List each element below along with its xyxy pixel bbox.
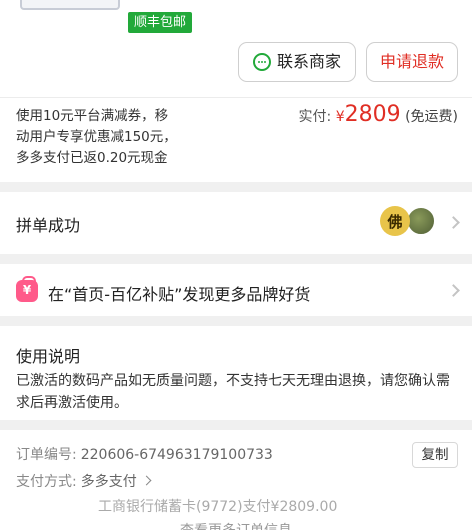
- order-number-label: 订单编号:: [16, 447, 77, 463]
- paid-label: 实付:: [298, 109, 332, 125]
- bank-card-detail: 工商银行储蓄卡(9772)支付¥2809.00: [98, 499, 338, 515]
- more-order-info-link[interactable]: 查看更多订单信息: [0, 520, 472, 530]
- product-thumbnail[interactable]: [20, 0, 120, 10]
- usage-notes-card: 使用说明 已激活的数码产品如无质量问题，不支持七天无理由退换，请您确认需求后再激…: [0, 326, 472, 420]
- payment-method-value: 多多支付: [80, 474, 137, 490]
- chevron-right-icon: [141, 475, 152, 486]
- group-success-title: 拼单成功: [16, 216, 81, 235]
- request-refund-button[interactable]: 申请退款: [366, 42, 458, 82]
- chevron-right-icon: [447, 216, 460, 229]
- divider: [0, 97, 472, 98]
- promo-line: 多多支付已返0.20元现金: [16, 150, 168, 166]
- chevron-right-icon: [447, 284, 460, 297]
- group-success-row[interactable]: 拼单成功 佛: [0, 192, 472, 254]
- amount-value: 2809: [344, 102, 401, 127]
- order-number-line: 订单编号: 220606-674963179100733: [16, 444, 273, 464]
- copy-button[interactable]: 复制: [412, 442, 458, 468]
- avatar: 佛: [380, 206, 410, 236]
- chat-icon: [252, 53, 271, 71]
- contact-seller-button[interactable]: 联系商家: [238, 42, 356, 82]
- paid-amount: 实付: ¥2809 (免运费): [299, 102, 458, 127]
- promo-description: 使用10元平台满减券，移 动用户专享优惠减150元， 多多支付已返0.20元现金: [16, 106, 216, 169]
- contact-seller-label: 联系商家: [276, 52, 341, 71]
- request-refund-label: 申请退款: [379, 52, 444, 71]
- promo-line: 动用户专享优惠减150元，: [16, 129, 177, 145]
- shipping-note: (免运费): [405, 109, 458, 125]
- currency-symbol: ¥: [335, 109, 345, 125]
- avatar: [406, 206, 436, 236]
- payment-method-label: 支付方式:: [16, 474, 77, 490]
- subsidy-promo-row[interactable]: 在“首页-百亿补贴”发现更多品牌好货: [0, 264, 472, 316]
- order-summary-card: 顺丰包邮 联系商家 申请退款 使用10元平台满减券，移 动用户专享优惠减150元…: [0, 0, 472, 182]
- payment-method-line[interactable]: 支付方式: 多多支付: [16, 471, 152, 491]
- shipping-badge: 顺丰包邮: [128, 12, 193, 33]
- order-info-card: 订单编号: 220606-674963179100733 复制 支付方式: 多多支付…: [0, 430, 472, 530]
- subsidy-promo-text: 在“首页-百亿补贴”发现更多品牌好货: [48, 285, 311, 304]
- usage-notes-title: 使用说明: [16, 347, 81, 366]
- promo-line: 使用10元平台满减券，移: [16, 108, 169, 124]
- shopping-bag-icon: [16, 276, 38, 302]
- usage-notes-body: 已激活的数码产品如无质量问题，不支持七天无理由退换，请您确认需求后再激活使用。: [16, 373, 450, 411]
- order-number-value: 220606-674963179100733: [80, 447, 273, 463]
